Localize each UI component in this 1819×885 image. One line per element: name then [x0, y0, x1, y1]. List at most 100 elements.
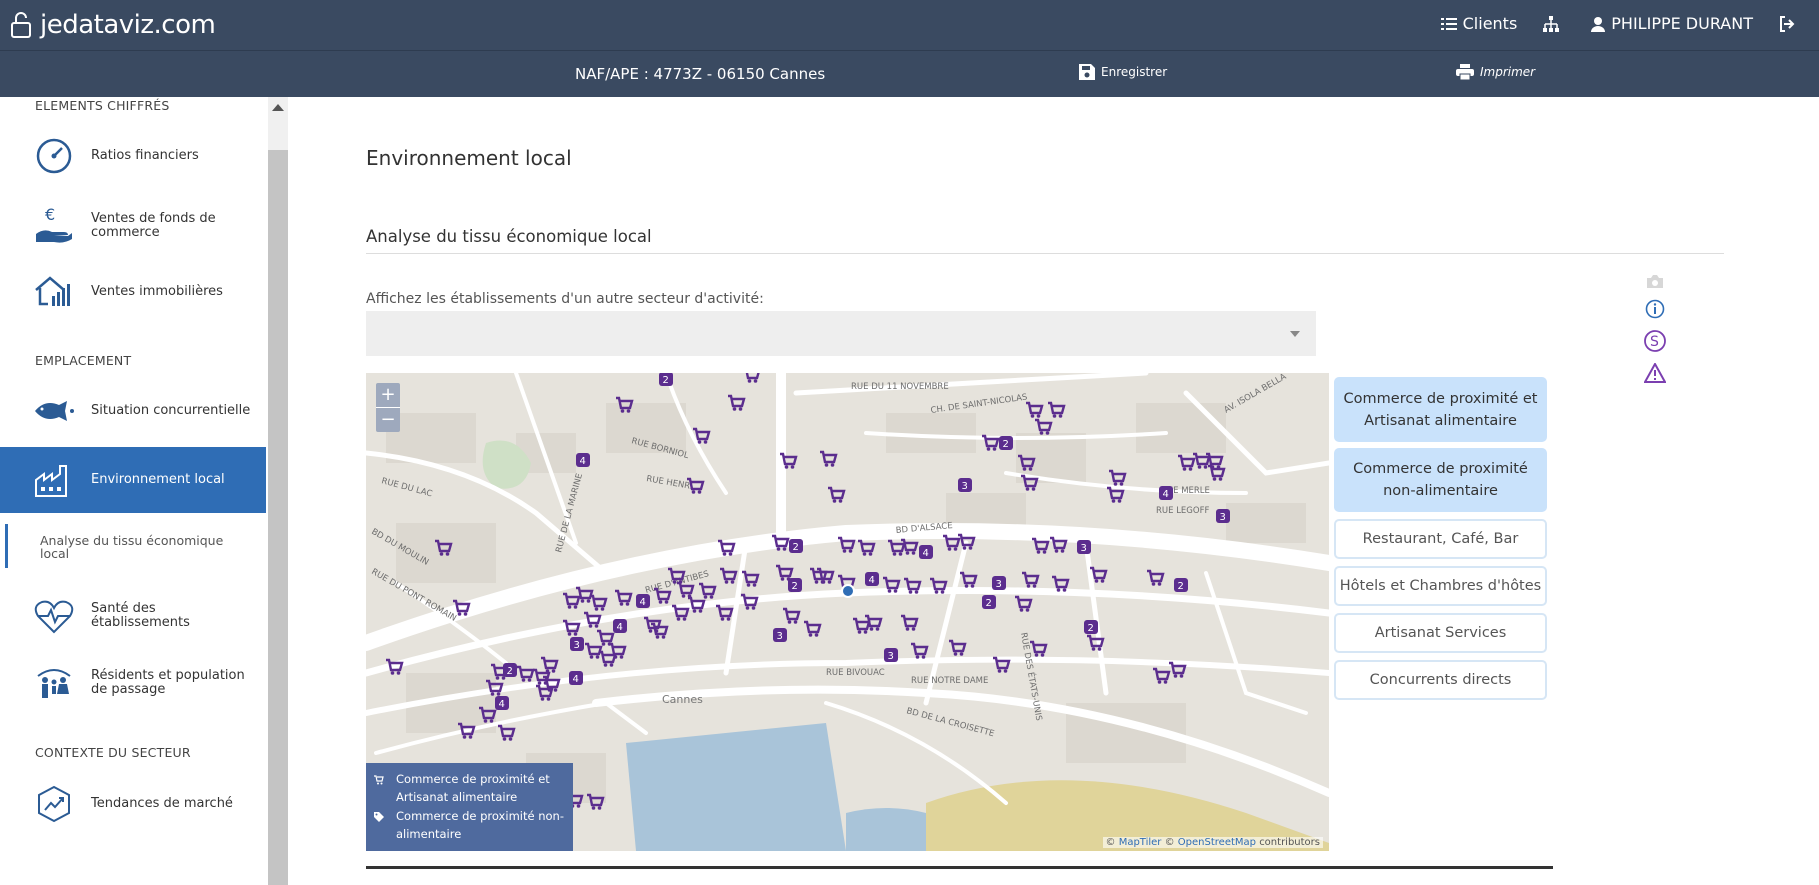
category-label: Commerce de proximité et Artisanat alime… [1343, 390, 1538, 429]
category-label: Artisanat Services [1374, 625, 1507, 641]
cluster-count: 4 [573, 674, 579, 685]
cluster-count: 3 [996, 579, 1002, 590]
shop-marker[interactable]: 4 [495, 696, 509, 710]
shop-marker[interactable]: 2 [788, 578, 802, 592]
category-hotels[interactable]: Hôtels et Chambres d'hôtes [1334, 566, 1547, 606]
category-restaurant[interactable]: Restaurant, Café, Bar [1334, 519, 1547, 559]
shop-marker[interactable]: 4 [576, 453, 590, 467]
printer-icon [1456, 64, 1474, 80]
category-commerce-non-alimentaire[interactable]: Commerce de proximité non-alimentaire [1334, 448, 1547, 512]
sidebar-scroll-thumb[interactable] [268, 150, 288, 885]
shop-marker[interactable]: 3 [884, 648, 898, 662]
table-top-border [366, 866, 1553, 869]
cluster-count: 2 [792, 581, 798, 592]
cluster-count: 4 [580, 456, 586, 467]
category-label: Concurrents directs [1369, 672, 1512, 688]
section-elements-chiffres: ELEMENTS CHIFFRÉS [35, 98, 170, 113]
sidebar-item-label: Ventes de fonds de commerce [91, 211, 216, 240]
sidebar-item-environnement-local[interactable]: Environnement local [0, 447, 266, 513]
shop-marker[interactable]: 2 [982, 595, 996, 609]
info-button[interactable] [1640, 299, 1670, 319]
sidebar-subitem-analyse[interactable]: Analyse du tissu économique local [5, 524, 255, 568]
floppy-icon [1079, 64, 1095, 80]
category-label: Restaurant, Café, Bar [1362, 531, 1519, 547]
maptiler-link[interactable]: MapTiler [1119, 837, 1162, 848]
page-title: Environnement local [366, 146, 572, 170]
shop-marker[interactable]: 3 [1216, 509, 1230, 523]
section-title: Analyse du tissu économique local [366, 227, 652, 246]
shop-marker[interactable]: 3 [570, 637, 584, 651]
sidebar-item-ratios-financiers[interactable]: Ratios financiers [0, 127, 266, 185]
cluster-count: 2 [1088, 623, 1094, 634]
scroll-up-arrow-icon[interactable] [272, 104, 284, 111]
cluster-count: 2 [986, 598, 992, 609]
org-chart-button[interactable] [1543, 15, 1565, 32]
shop-marker[interactable]: 2 [1084, 620, 1098, 634]
shop-marker[interactable]: 2 [789, 539, 803, 553]
city-label: Cannes [662, 693, 703, 706]
shop-marker[interactable]: 3 [773, 628, 787, 642]
shop-marker[interactable]: 3 [1077, 540, 1091, 554]
zoom-out-button[interactable]: − [376, 407, 400, 432]
shop-marker[interactable]: 4 [613, 619, 627, 633]
cluster-count: 2 [663, 375, 669, 386]
map[interactable]: RUE DU 11 NOVEMBRE CH. DE SAINT-NICOLAS … [366, 373, 1329, 851]
shop-marker[interactable]: 4 [636, 594, 650, 608]
camera-button[interactable] [1640, 274, 1670, 289]
legend-label: Commerce de proximité non-alimentaire [396, 809, 564, 841]
sidebar-item-situation-concurrentielle[interactable]: Situation concurrentielle [0, 382, 266, 440]
sidebar-item-sante-etablissements[interactable]: Santé des établissements [0, 587, 266, 645]
sidebar-item-ventes-fonds[interactable]: € Ventes de fonds de commerce [0, 197, 266, 255]
sidebar-item-label: Ventes immobilières [91, 284, 223, 299]
shop-marker[interactable]: 4 [919, 545, 933, 559]
shop-marker[interactable]: 2 [999, 436, 1013, 450]
logout-icon [1780, 15, 1795, 32]
cluster-count: 3 [1081, 543, 1087, 554]
cluster-count: 2 [793, 542, 799, 553]
print-button[interactable]: Imprimer [1456, 64, 1535, 80]
source-s-icon: S [1644, 330, 1666, 352]
cluster-count: 3 [962, 481, 968, 492]
clients-link[interactable]: Clients [1440, 14, 1517, 33]
sidebar-item-tendances-marche[interactable]: Tendances de marché [0, 775, 266, 833]
shop-marker[interactable]: 4 [865, 572, 879, 586]
cluster-count: 2 [1178, 581, 1184, 592]
sub-bar [0, 50, 1819, 98]
shop-marker[interactable]: 2 [659, 373, 673, 386]
warning-button[interactable] [1640, 363, 1670, 383]
legend-label: Commerce de proximité et Artisanat alime… [396, 772, 550, 804]
source-button[interactable]: S [1640, 329, 1670, 353]
sidebar-item-label: Ratios financiers [91, 148, 199, 163]
section-emplacement: EMPLACEMENT [35, 353, 132, 368]
sector-select[interactable] [366, 311, 1316, 356]
logo[interactable]: jedataviz.com [10, 10, 216, 40]
category-label: Hôtels et Chambres d'hôtes [1339, 578, 1542, 594]
info-icon [1645, 299, 1665, 319]
osm-link[interactable]: OpenStreetMap [1178, 837, 1256, 848]
cluster-count: 4 [617, 622, 623, 633]
logout-button[interactable] [1779, 15, 1801, 32]
shop-marker[interactable]: 4 [569, 671, 583, 685]
current-location-marker[interactable] [841, 584, 855, 598]
shop-marker[interactable]: 2 [1174, 578, 1188, 592]
cluster-count: 4 [1163, 489, 1169, 500]
shop-marker[interactable]: 3 [958, 478, 972, 492]
category-concurrents-directs[interactable]: Concurrents directs [1334, 660, 1547, 700]
top-right-nav: Clients PHILIPPE DURANT [1415, 14, 1801, 33]
company-info: NAF/APE : 4773Z - 06150 Cannes [575, 65, 826, 83]
shop-marker[interactable]: 4 [1159, 486, 1173, 500]
save-button[interactable]: Enregistrer [1079, 64, 1167, 80]
category-artisanat-services[interactable]: Artisanat Services [1334, 613, 1547, 653]
sidebar: ELEMENTS CHIFFRÉS Ratios financiers € Ve… [0, 97, 268, 885]
map-legend: Commerce de proximité et Artisanat alime… [366, 763, 573, 851]
user-menu[interactable]: PHILIPPE DURANT [1591, 14, 1753, 33]
street-label: RUE NOTRE DAME [911, 676, 988, 686]
category-commerce-alimentaire[interactable]: Commerce de proximité et Artisanat alime… [1334, 377, 1547, 442]
camera-icon [1647, 275, 1663, 288]
zoom-in-button[interactable]: + [376, 383, 400, 407]
sidebar-item-ventes-immobilieres[interactable]: Ventes immobilières [0, 263, 266, 321]
cart-icon [374, 775, 384, 785]
sidebar-item-residents[interactable]: Résidents et population de passage [0, 654, 266, 712]
save-label: Enregistrer [1101, 65, 1168, 79]
shop-marker[interactable]: 3 [992, 576, 1006, 590]
